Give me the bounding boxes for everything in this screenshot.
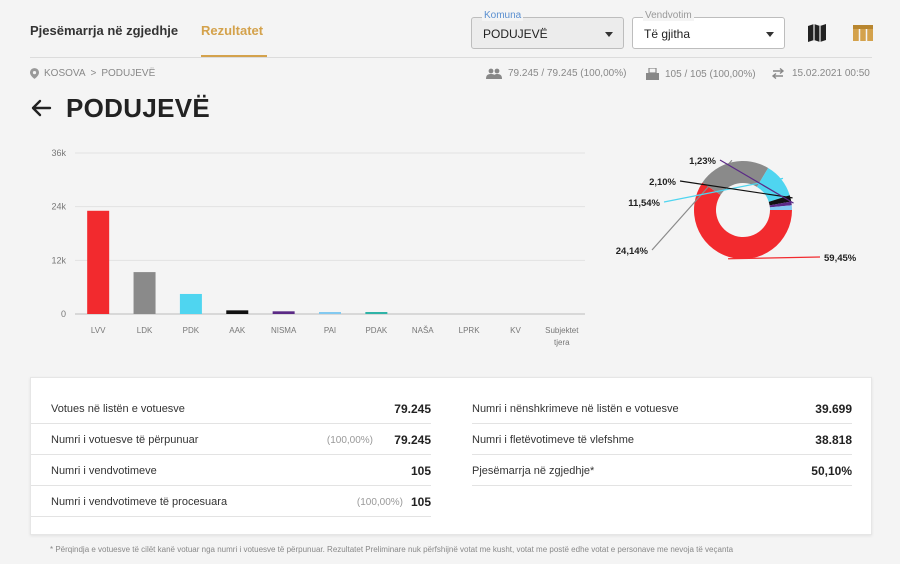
sync-icon bbox=[771, 68, 785, 79]
bar-pdak bbox=[365, 312, 388, 314]
breadcrumb-separator: > bbox=[90, 68, 97, 79]
x-tick-label: PDAK bbox=[365, 326, 387, 335]
bar-ldk bbox=[133, 272, 156, 314]
x-tick-label: LDK bbox=[137, 326, 153, 335]
donut-percent-label: 1,23% bbox=[689, 156, 716, 167]
stat-row: Votues në listën e votuesve 79.245 bbox=[31, 393, 431, 424]
breadcrumb-current: PODUJEVË bbox=[101, 68, 156, 79]
x-tick-label: PDK bbox=[183, 326, 200, 335]
y-tick-label: 24k bbox=[51, 202, 66, 212]
stat-value: 38.818 bbox=[815, 433, 852, 447]
stat-label: Votues në listën e votuesve bbox=[51, 403, 185, 415]
bar-aak bbox=[226, 310, 249, 314]
tab-results[interactable]: Rezultatet bbox=[201, 23, 263, 38]
y-tick-label: 36k bbox=[51, 148, 66, 158]
stat-percent: (100,00%) bbox=[326, 435, 373, 446]
tab-participation[interactable]: Pjesëmarrja në zgjedhje bbox=[30, 23, 178, 38]
stat-value: 39.699 bbox=[815, 402, 852, 416]
komuna-value: PODUJEVË bbox=[483, 27, 548, 41]
table-icon[interactable] bbox=[851, 21, 875, 45]
location-pin-icon bbox=[30, 68, 39, 79]
breadcrumb: KOSOVA > PODUJEVË bbox=[30, 68, 155, 79]
stat-label: Numri i fletëvotimeve të vlefshme bbox=[472, 434, 634, 446]
stat-value: 105 bbox=[410, 464, 431, 478]
bar-pdk bbox=[179, 293, 202, 314]
updated-meta: 15.02.2021 00:50 bbox=[770, 68, 870, 79]
stations-meta: 105 / 105 (100,00%) bbox=[646, 68, 756, 80]
people-icon bbox=[486, 68, 502, 79]
stat-label: Numri i vendvotimeve të procesuara bbox=[51, 496, 228, 508]
stat-row: Numri i fletëvotimeve të vlefshme 38.818 bbox=[472, 424, 852, 455]
donut-percent-label: 2,10% bbox=[649, 177, 676, 188]
vendvotim-select[interactable]: Vendvotim Të gjitha bbox=[632, 10, 785, 49]
stat-row: Numri i nënshkrimeve në listën e votuesv… bbox=[472, 393, 852, 424]
x-tick-label: KV bbox=[510, 326, 521, 335]
komuna-select[interactable]: Komuna PODUJEVË bbox=[471, 10, 624, 49]
stat-row: Numri i vendvotimeve 105 bbox=[31, 455, 431, 486]
stat-value: 50,10% bbox=[811, 464, 852, 478]
komuna-label: Komuna bbox=[482, 10, 524, 21]
results-charts: 0 12k 24k 36k LVV LDK PDK AAK NISMA PAI PDAK NAŠA LP… bbox=[51, 148, 857, 347]
x-tick-label: Subjektet bbox=[545, 326, 579, 335]
x-tick-label: PAI bbox=[324, 326, 336, 335]
donut-percent-label: 24,14% bbox=[616, 246, 649, 257]
voters-meta: 79.245 / 79.245 (100,00%) bbox=[486, 68, 626, 79]
bar-pai bbox=[319, 312, 341, 314]
map-icon[interactable] bbox=[805, 21, 829, 45]
back-arrow-icon[interactable] bbox=[30, 97, 52, 119]
x-tick-label: NISMA bbox=[271, 326, 297, 335]
ballot-box-icon bbox=[646, 68, 659, 80]
stat-label: Numri i nënshkrimeve në listën e votuesv… bbox=[472, 403, 679, 415]
y-tick-label: 12k bbox=[51, 255, 66, 265]
vendvotim-label: Vendvotim bbox=[643, 10, 694, 21]
y-tick-label: 0 bbox=[61, 309, 66, 319]
x-tick-label: AAK bbox=[229, 326, 246, 335]
header-divider bbox=[30, 57, 872, 58]
stat-row: Pjesëmarrja në zgjedhje* 50,10% bbox=[472, 455, 852, 486]
stats-card: Votues në listën e votuesve 79.245 Numri… bbox=[30, 377, 872, 535]
stations-count: 105 / 105 (100,00%) bbox=[665, 68, 756, 80]
stat-percent: (100,00%) bbox=[356, 497, 403, 508]
stat-value: 79.245 bbox=[394, 402, 431, 416]
x-tick-label: LPRK bbox=[459, 326, 481, 335]
x-tick-label: tjera bbox=[554, 338, 570, 347]
bar-nisma bbox=[272, 311, 295, 314]
chevron-down-icon bbox=[766, 32, 774, 37]
footnote: * Përqindja e votuesve të cilët kanë vot… bbox=[50, 545, 734, 554]
stat-row: Numri i vendvotimeve të procesuara (100,… bbox=[31, 486, 431, 517]
donut-percent-label: 11,54% bbox=[628, 198, 660, 209]
vendvotim-value: Të gjitha bbox=[644, 27, 691, 41]
breadcrumb-root[interactable]: KOSOVA bbox=[44, 68, 86, 79]
stat-label: Numri i votuesve të përpunuar bbox=[51, 434, 199, 446]
donut-percent-label: 59,45% bbox=[824, 253, 857, 264]
stat-label: Pjesëmarrja në zgjedhje* bbox=[472, 465, 595, 477]
stat-value: 79.245 bbox=[394, 433, 431, 447]
top-bar: Pjesëmarrja në zgjedhje Rezultatet Komun… bbox=[0, 0, 900, 58]
page-title: PODUJEVË bbox=[66, 93, 211, 123]
stat-row: Numri i votuesve të përpunuar (100,00%) … bbox=[31, 424, 431, 455]
x-tick-label: NAŠA bbox=[412, 326, 434, 335]
bar-lvv bbox=[87, 210, 110, 314]
voters-count: 79.245 / 79.245 (100,00%) bbox=[508, 68, 627, 79]
updated-timestamp: 15.02.2021 00:50 bbox=[792, 68, 870, 79]
stat-label: Numri i vendvotimeve bbox=[51, 465, 157, 477]
x-tick-label: LVV bbox=[91, 326, 106, 335]
stat-value: 105 bbox=[410, 495, 431, 509]
chevron-down-icon bbox=[605, 32, 613, 37]
